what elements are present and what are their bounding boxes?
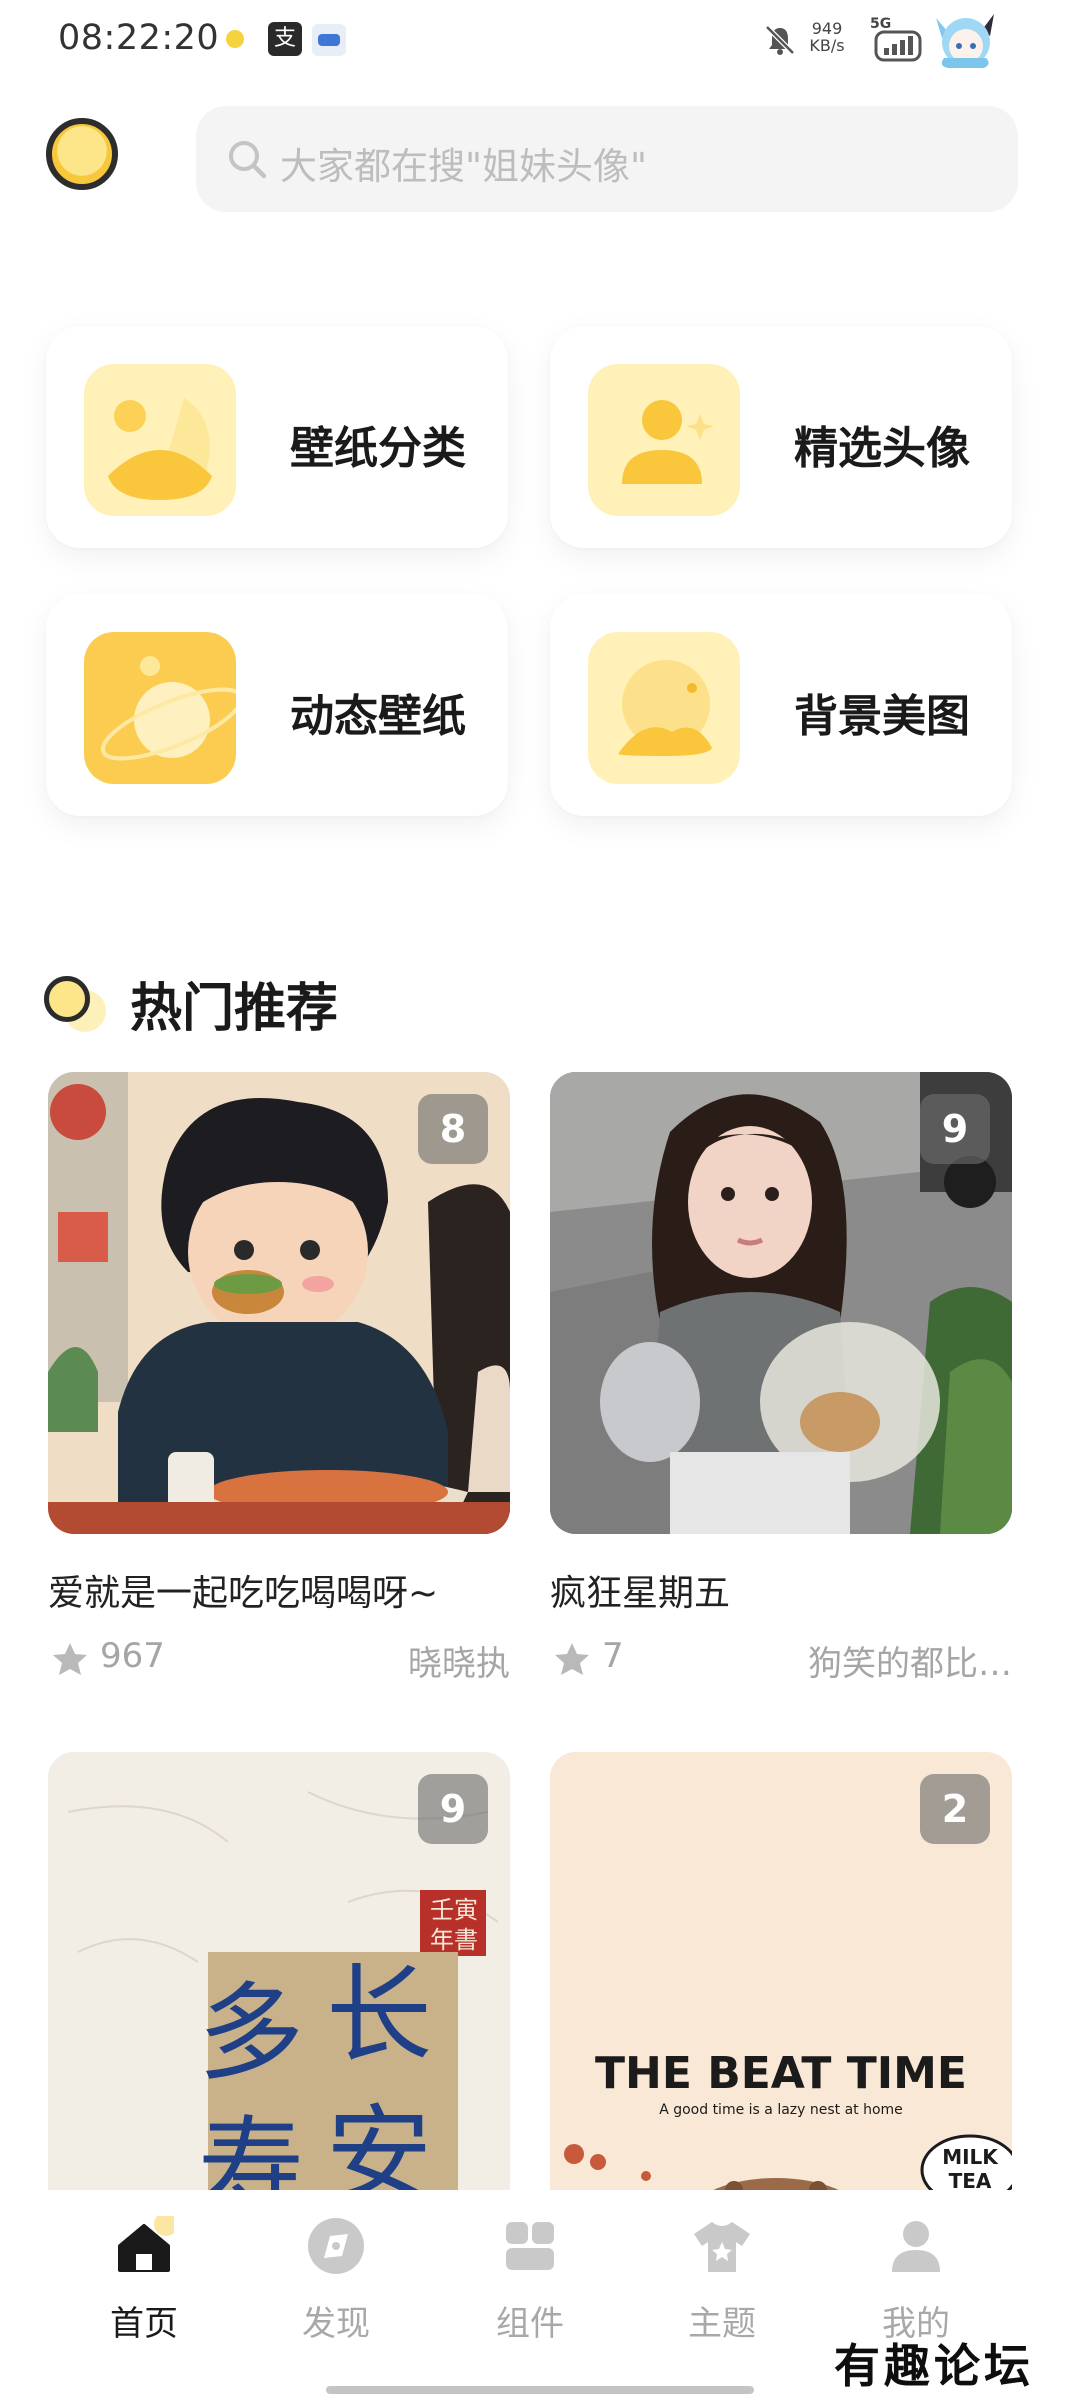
section-title: 热门推荐	[130, 979, 339, 1039]
section-dot-icon	[44, 976, 90, 1022]
status-bar: 08:22:20 支 949 KB/s 5G	[0, 0, 1080, 82]
wallpaper-category-icon	[84, 364, 236, 516]
beat-time-subtitle: A good time is a lazy nest at home	[659, 2102, 903, 2118]
category-label: 背景美图	[794, 691, 970, 742]
network-speed-unit: KB/s	[809, 36, 845, 55]
network-speed: 949 KB/s	[802, 20, 852, 54]
nav-home[interactable]: 首页	[64, 2216, 224, 2366]
widget-icon	[506, 2222, 554, 2270]
recommend-image[interactable]: 9	[550, 1072, 1012, 1534]
recommend-image[interactable]: 8	[48, 1072, 510, 1534]
search-bar[interactable]: 大家都在搜"姐妹头像"	[196, 106, 1018, 212]
nav-theme[interactable]: 主题	[642, 2216, 802, 2366]
profile-icon	[892, 2221, 940, 2272]
calligraphy-char-1: 多	[198, 1972, 304, 2095]
recommend-image[interactable]: THE BEAT TIME A good time is a lazy nest…	[550, 1752, 1012, 2214]
home-indicator	[326, 2386, 754, 2394]
category-card-avatar[interactable]: 精选头像	[550, 326, 1012, 548]
nav-widgets[interactable]: 组件	[450, 2216, 610, 2366]
theme-icon	[694, 2222, 750, 2272]
network-type: 5G	[870, 16, 891, 32]
background-image-icon	[588, 632, 740, 784]
moon-icon	[226, 30, 244, 48]
home-icon	[118, 2216, 174, 2272]
nav-label: 主题	[688, 2304, 756, 2344]
image-count-badge: 9	[418, 1774, 488, 1844]
seal-text-line2: 年書	[430, 1926, 478, 1954]
category-card-live-wallpaper[interactable]: 动态壁纸	[46, 594, 508, 816]
category-card-wallpaper[interactable]: 壁纸分类	[46, 326, 508, 548]
milk-label: MILK	[942, 2145, 999, 2169]
search-icon	[229, 141, 267, 179]
recommend-image[interactable]: 壬寅 年書 多 长 寿 安 9	[48, 1752, 510, 2214]
calligraphy-char-2: 长	[326, 1954, 432, 2077]
like-count: 967	[100, 1636, 165, 1676]
featured-avatar-icon	[588, 364, 740, 516]
mute-icon	[765, 25, 795, 55]
nav-discover[interactable]: 发现	[256, 2216, 416, 2366]
image-count-badge: 9	[920, 1094, 990, 1164]
signal-icon: 5G	[870, 16, 922, 62]
nav-label: 首页	[110, 2304, 178, 2344]
like-count: 7	[602, 1636, 624, 1676]
nav-label: 组件	[496, 2304, 564, 2344]
star-icon	[53, 1643, 87, 1675]
avatar-icon	[936, 14, 994, 68]
author-name[interactable]: 晓晓执	[330, 1636, 510, 1685]
recommend-title[interactable]: 疯狂星期五	[550, 1564, 730, 1616]
category-label: 精选头像	[794, 423, 970, 474]
star-icon	[555, 1643, 589, 1675]
seal-text-line1: 壬寅	[430, 1896, 478, 1924]
recommend-title[interactable]: 爱就是一起吃吃喝喝呀~	[48, 1564, 438, 1616]
alipay-icon: 支	[268, 22, 302, 56]
category-card-background[interactable]: 背景美图	[550, 594, 1012, 816]
author-name[interactable]: 狗笑的都比…	[760, 1636, 1012, 1685]
live-wallpaper-icon	[84, 632, 236, 784]
discover-icon	[308, 2218, 364, 2274]
beat-time-title: THE BEAT TIME	[595, 2048, 967, 2099]
search-placeholder: 大家都在搜"姐妹头像"	[280, 145, 648, 188]
app-logo-button[interactable]	[46, 118, 118, 190]
network-speed-value: 949	[811, 19, 843, 38]
category-label: 动态壁纸	[290, 691, 466, 742]
image-count-badge: 2	[920, 1774, 990, 1844]
image-count-badge: 8	[418, 1094, 488, 1164]
nav-label: 发现	[302, 2304, 370, 2344]
forum-watermark: 有趣论坛	[834, 2339, 1034, 2393]
status-time: 08:22:20	[58, 18, 220, 58]
category-label: 壁纸分类	[290, 423, 466, 474]
app-icon	[312, 24, 346, 56]
